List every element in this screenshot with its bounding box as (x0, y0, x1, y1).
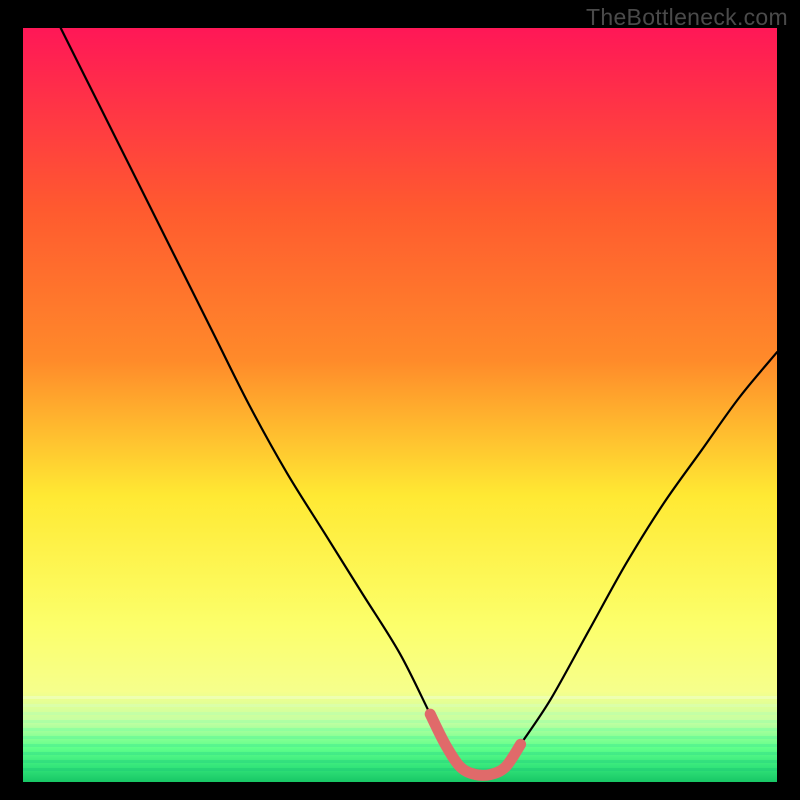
bottleneck-chart (23, 28, 777, 782)
watermark-text: TheBottleneck.com (586, 4, 788, 31)
gradient-background (23, 28, 777, 782)
chart-frame: TheBottleneck.com (0, 0, 800, 800)
plot-area (23, 28, 777, 782)
